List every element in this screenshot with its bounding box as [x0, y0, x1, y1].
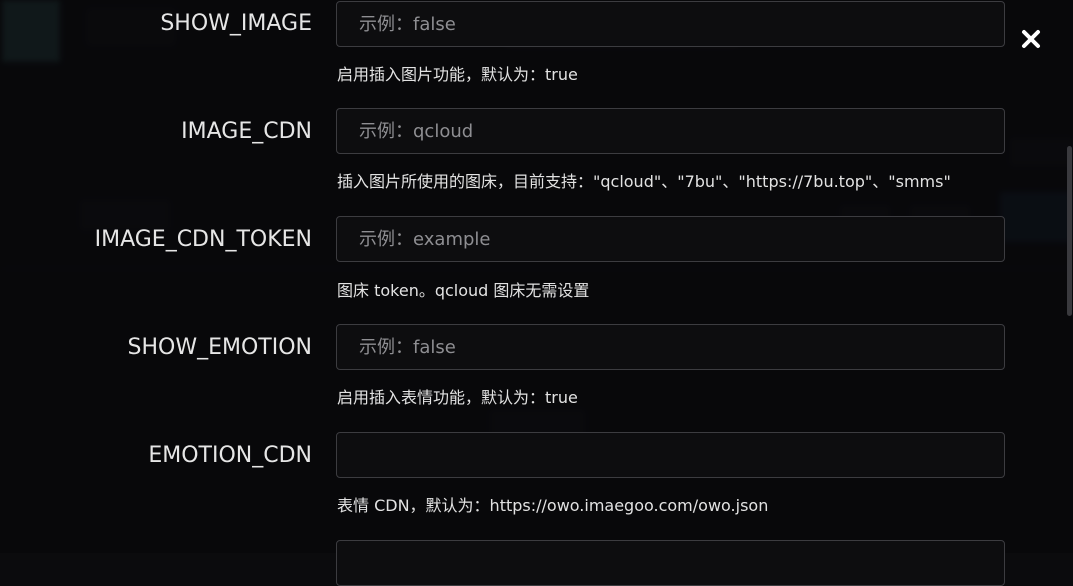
field-label: IMAGE_CDN_TOKEN — [94, 227, 312, 252]
field-help: 图床 token。qcloud 图床无需设置 — [337, 281, 590, 300]
field-label: EMOTION_CDN — [148, 443, 312, 468]
show-image-input[interactable] — [336, 1, 1005, 47]
field-help: 插入图片所使用的图床，目前支持："qcloud"、"7bu"、"https://… — [337, 172, 951, 191]
field-label: SHOW_EMOTION — [127, 335, 312, 360]
image-cdn-token-input[interactable] — [336, 216, 1005, 262]
close-button[interactable] — [1016, 24, 1046, 54]
field-label: SHOW_IMAGE — [160, 11, 312, 36]
field-label: IMAGE_CDN — [181, 119, 312, 144]
next-field-input[interactable] — [336, 540, 1005, 586]
field-help: 启用插入图片功能，默认为：true — [337, 65, 578, 84]
close-icon — [1022, 30, 1040, 48]
show-emotion-input[interactable] — [336, 324, 1005, 370]
field-help: 启用插入表情功能，默认为：true — [337, 388, 578, 407]
emotion-cdn-input[interactable] — [336, 432, 1005, 478]
scrollbar[interactable] — [1067, 146, 1072, 316]
image-cdn-input[interactable] — [336, 108, 1005, 154]
field-help: 表情 CDN，默认为：https://owo.imaegoo.com/owo.j… — [337, 496, 769, 515]
